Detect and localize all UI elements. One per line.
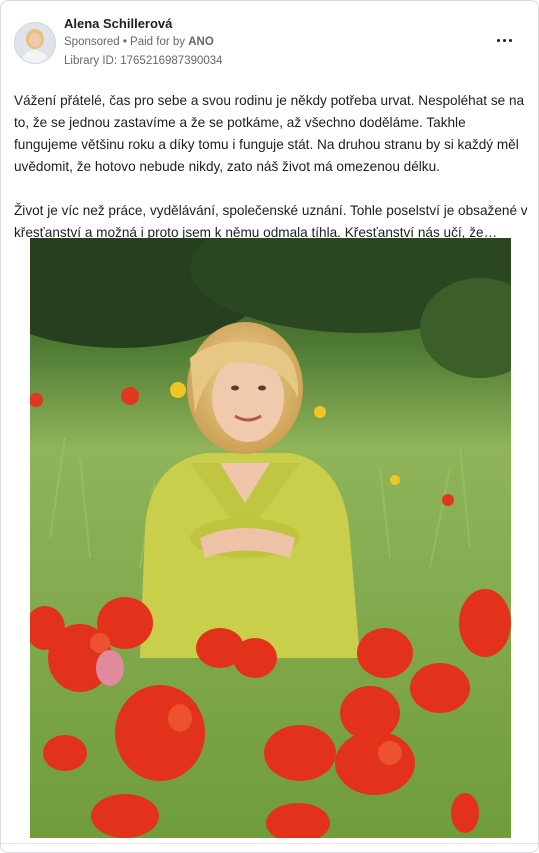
tulip-field-image <box>1 203 538 843</box>
sponsored-line: Sponsored • Paid for by ANO <box>64 36 214 48</box>
paid-by-name[interactable]: ANO <box>188 36 214 48</box>
ad-post-card: Alena Schillerová Sponsored • Paid for b… <box>0 0 539 853</box>
author-name[interactable]: Alena Schillerová <box>64 16 172 31</box>
more-options-icon[interactable] <box>494 30 516 50</box>
paid-for-prefix: • Paid for by <box>119 36 189 48</box>
post-text: Vážení přátelé, čas pro sebe a svou rodi… <box>14 90 529 244</box>
author-avatar[interactable] <box>14 22 56 64</box>
sponsored-label: Sponsored <box>64 36 120 48</box>
library-id: Library ID: 1765216987390034 <box>64 55 223 67</box>
post-photo[interactable] <box>1 203 538 843</box>
card-footer-divider <box>1 843 538 844</box>
post-paragraph-1: Vážení přátelé, čas pro sebe a svou rodi… <box>14 93 525 174</box>
